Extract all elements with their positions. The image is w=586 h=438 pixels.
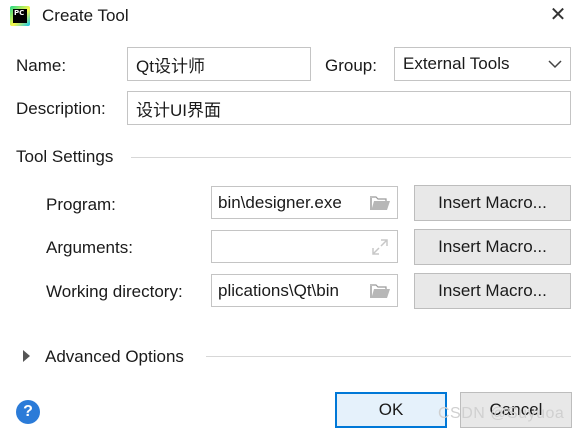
tool-settings-title: Tool Settings: [16, 147, 114, 166]
description-value: 设计UI界面: [136, 100, 221, 120]
program-label: Program:: [46, 195, 116, 214]
ok-button[interactable]: OK: [335, 392, 447, 428]
help-icon[interactable]: ?: [16, 400, 40, 424]
working-directory-value: plications\Qt\bin: [218, 280, 339, 300]
name-field[interactable]: Qt设计师: [127, 47, 311, 81]
group-value: External Tools: [403, 54, 510, 73]
working-directory-insert-macro-button[interactable]: Insert Macro...: [414, 273, 571, 309]
working-directory-field[interactable]: plications\Qt\bin: [211, 274, 398, 307]
group-select[interactable]: External Tools: [394, 47, 571, 81]
close-icon[interactable]: ✕: [548, 4, 568, 26]
triangle-right-icon[interactable]: [22, 348, 32, 362]
pycharm-app-icon: PC: [10, 6, 30, 26]
arguments-field[interactable]: [211, 230, 398, 263]
app-icon-text: PC: [13, 9, 27, 23]
folder-icon[interactable]: [363, 275, 397, 306]
program-value: bin\designer.exe: [218, 192, 342, 212]
arguments-insert-macro-button[interactable]: Insert Macro...: [414, 229, 571, 265]
window-title: Create Tool: [42, 6, 129, 25]
name-value: Qt设计师: [136, 56, 205, 76]
watermark: CSDN @Suyuoa: [438, 405, 565, 422]
description-label: Description:: [16, 99, 106, 118]
chevron-down-icon: [548, 59, 562, 68]
advanced-divider: [206, 356, 571, 357]
folder-icon[interactable]: [363, 187, 397, 218]
group-label: Group:: [325, 56, 377, 75]
working-directory-label: Working directory:: [46, 282, 183, 301]
arguments-label: Arguments:: [46, 238, 133, 257]
name-label: Name:: [16, 56, 67, 75]
program-field[interactable]: bin\designer.exe: [211, 186, 398, 219]
program-insert-macro-button[interactable]: Insert Macro...: [414, 185, 571, 221]
advanced-options-label[interactable]: Advanced Options: [45, 347, 184, 367]
section-divider: [131, 157, 571, 158]
expand-icon[interactable]: [363, 231, 397, 262]
description-field[interactable]: 设计UI界面: [127, 91, 571, 125]
